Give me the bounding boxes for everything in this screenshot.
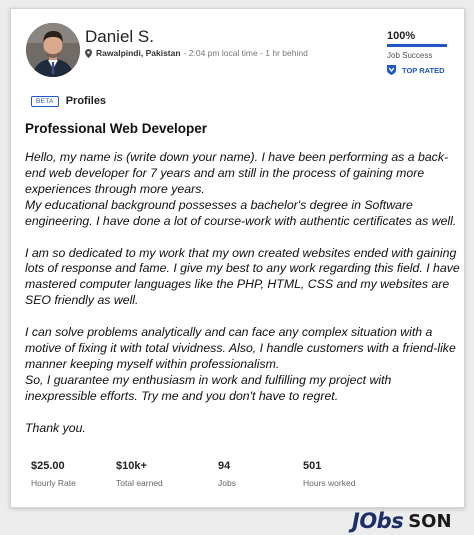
stats-row: $25.00 Hourly Rate $10k+ Total earned 94… xyxy=(31,460,451,490)
description-paragraph: I can solve problems analytically and ca… xyxy=(25,325,456,371)
logo-son-text: SON xyxy=(408,510,452,532)
stat-jobs: 94 Jobs xyxy=(218,460,236,488)
job-success-bar xyxy=(387,44,447,47)
stat-value: 501 xyxy=(303,460,322,472)
location-text: Rawalpindi, Pakistan xyxy=(96,48,181,58)
description-paragraph: I am so dedicated to my work that my own… xyxy=(25,245,460,308)
stat-value: 94 xyxy=(218,460,231,472)
stat-hourly-rate: $25.00 Hourly Rate xyxy=(31,460,76,488)
avatar[interactable] xyxy=(26,23,80,77)
job-success-label: Job Success xyxy=(387,51,433,60)
location-pin-icon xyxy=(85,48,92,58)
local-time-text: - 2:04 pm local time - 1 hr behind xyxy=(183,48,308,58)
location-row: Rawalpindi, Pakistan - 2:04 pm local tim… xyxy=(85,48,308,58)
description-paragraph: My educational background possesses a ba… xyxy=(25,197,457,228)
profile-description: Hello, my name is (write down your name)… xyxy=(25,150,460,437)
stat-value: $25.00 xyxy=(31,460,65,472)
stat-label: Hourly Rate xyxy=(31,478,76,488)
stat-value: $10k+ xyxy=(116,460,147,472)
tab-profiles[interactable]: Profiles xyxy=(66,95,106,107)
description-paragraph: Hello, my name is (write down your name)… xyxy=(25,150,449,196)
jobsson-logo: JObs SON xyxy=(352,509,452,533)
profile-card: Daniel S. Rawalpindi, Pakistan - 2:04 pm… xyxy=(10,8,465,508)
stat-hours-worked: 501 Hours worked xyxy=(303,460,355,488)
top-rated-shield-icon xyxy=(387,65,396,75)
top-rated-label: TOP RATED xyxy=(402,65,445,75)
stat-label: Hours worked xyxy=(303,478,356,488)
profile-title: Professional Web Developer xyxy=(25,121,208,136)
description-paragraph: Thank you. xyxy=(25,420,86,435)
stat-label: Jobs xyxy=(218,478,236,488)
top-rated-badge: TOP RATED xyxy=(387,65,455,75)
beta-badge: BETA xyxy=(31,95,59,107)
stat-label: Total earned xyxy=(116,478,163,488)
job-success-block: 100% Job Success TOP RATED xyxy=(387,30,455,75)
stat-total-earned: $10k+ Total earned xyxy=(116,460,163,488)
profile-tabs: BETA Profiles xyxy=(31,95,106,107)
logo-jobs-text: JObs xyxy=(352,509,404,533)
freelancer-name: Daniel S. xyxy=(85,27,154,46)
job-success-value: 100% xyxy=(387,30,416,42)
description-paragraph: So, I guarantee my enthusiasm in work an… xyxy=(25,372,392,403)
